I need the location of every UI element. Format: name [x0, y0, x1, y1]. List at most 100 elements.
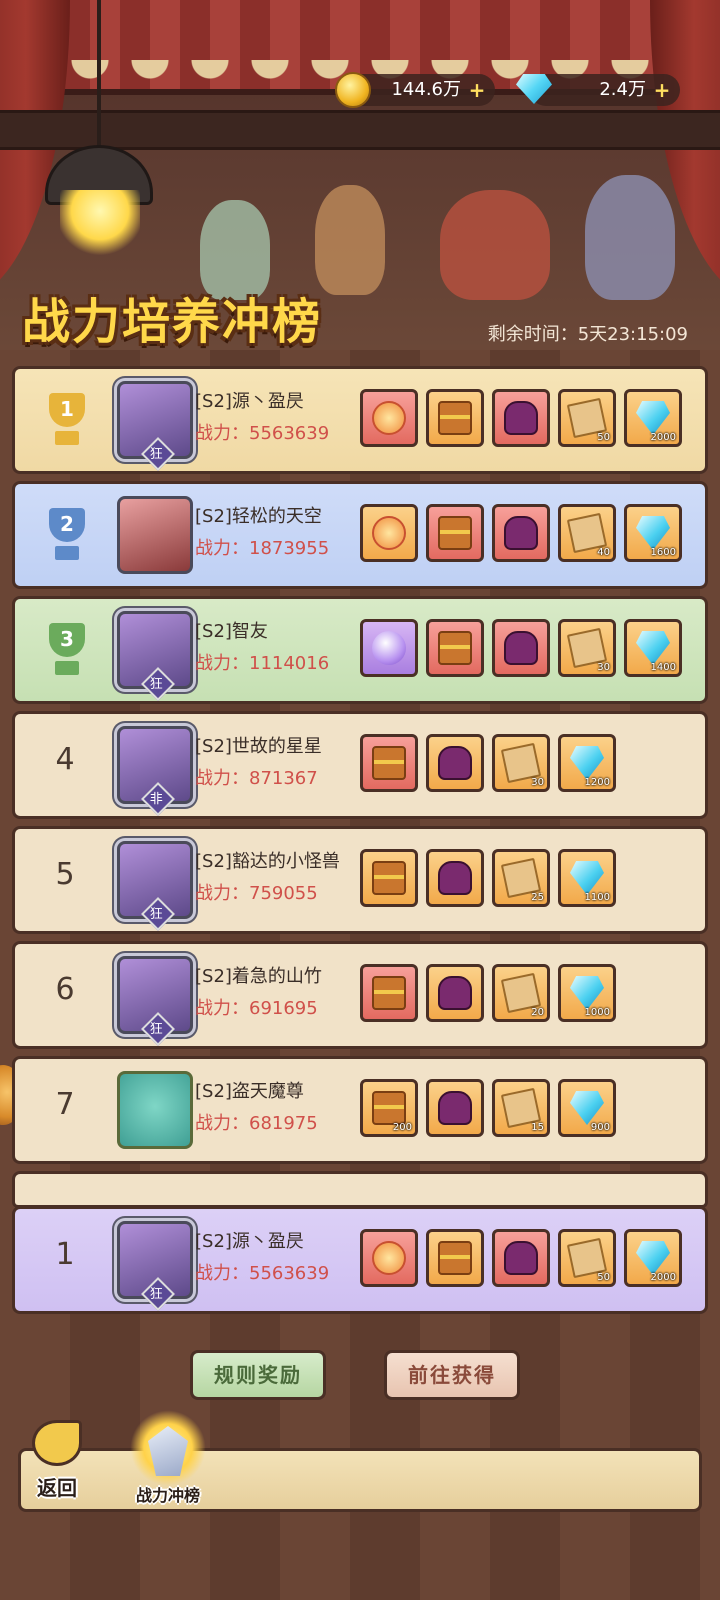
rank-number: 4: [55, 742, 75, 777]
go-obtain-button[interactable]: 前往获得: [384, 1350, 520, 1400]
stage-banner: 144.6万 + 2.4万 + 战力培养冲榜 剩余时间：5天23:15:09: [0, 0, 720, 350]
rank-row[interactable]: 3 狂 [S2]智友 战力：1114016 30 1400: [12, 596, 708, 704]
wing-badge-icon: [372, 401, 406, 435]
rank-row[interactable]: 1 狂 [S2]源丶盈昃 战力：5563639 50 2000: [12, 366, 708, 474]
gold-currency[interactable]: 144.6万 +: [335, 72, 495, 108]
reward-item[interactable]: [360, 849, 418, 907]
reward-item[interactable]: 1400: [624, 619, 682, 677]
player-name: [S2]盗天魔尊: [195, 1081, 304, 1102]
player-avatar[interactable]: 狂: [117, 956, 193, 1046]
reward-item[interactable]: 1100: [558, 849, 616, 907]
back-button[interactable]: 返回: [24, 1420, 90, 1510]
reward-item[interactable]: [426, 734, 484, 792]
power-label: 战力：: [195, 1113, 249, 1134]
player-avatar[interactable]: 狂: [117, 381, 193, 471]
rules-rewards-button[interactable]: 规则奖励: [190, 1350, 326, 1400]
reward-item[interactable]: 900: [558, 1079, 616, 1137]
reward-quantity: 1400: [650, 662, 676, 673]
trophy-base: [55, 661, 79, 675]
reward-item[interactable]: 50: [558, 1229, 616, 1287]
player-power: 战力：1873955: [195, 534, 329, 560]
rank-tier-badge: 狂: [141, 1012, 175, 1046]
wooden-chest-icon: [372, 1091, 406, 1125]
power-value: 5563639: [249, 423, 330, 444]
player-avatar[interactable]: 狂: [117, 611, 193, 701]
reward-item[interactable]: 1600: [624, 504, 682, 562]
tab-power-ranking[interactable]: 战力冲榜: [120, 1410, 216, 1520]
my-rank-row: 1 狂 [S2]源丶盈昃 战力：5563639 50 2000: [12, 1206, 708, 1314]
player-power: 战力：5563639: [195, 1259, 329, 1285]
diamond-icon: [570, 976, 604, 1010]
reward-item[interactable]: 25: [492, 849, 550, 907]
reward-item[interactable]: [360, 1229, 418, 1287]
monster-chest-icon: [504, 401, 538, 435]
reward-item[interactable]: 30: [558, 619, 616, 677]
player-name: [S2]豁达的小怪兽: [195, 851, 340, 872]
monster-chest-icon: [438, 1091, 472, 1125]
reward-item[interactable]: [426, 619, 484, 677]
player-avatar[interactable]: 非: [117, 726, 193, 816]
reward-item[interactable]: 2000: [624, 1229, 682, 1287]
page-title: 战力培养冲榜: [22, 294, 323, 350]
gem-amount: 2.4万: [599, 79, 646, 100]
reward-item[interactable]: [360, 389, 418, 447]
rank-number: 5: [55, 857, 75, 892]
rank-number: 6: [55, 972, 75, 1007]
reward-item[interactable]: [426, 964, 484, 1022]
reward-item[interactable]: [492, 389, 550, 447]
rank-tier-label: 狂: [150, 907, 164, 923]
rank-row[interactable]: 5 狂 [S2]豁达的小怪兽 战力：759055 25 1100: [12, 826, 708, 934]
reward-quantity: 2000: [650, 1272, 676, 1283]
reward-item[interactable]: [426, 1229, 484, 1287]
reward-item[interactable]: [360, 504, 418, 562]
back-label: 返回: [37, 1476, 77, 1500]
add-gold-icon[interactable]: +: [467, 74, 487, 106]
reward-item[interactable]: 20: [492, 964, 550, 1022]
player-power: 战力：691695: [195, 994, 318, 1020]
reward-item[interactable]: 1200: [558, 734, 616, 792]
reward-item[interactable]: [426, 1079, 484, 1137]
power-value: 5563639: [249, 1263, 330, 1284]
reward-item[interactable]: 2000: [624, 389, 682, 447]
reward-item[interactable]: 1000: [558, 964, 616, 1022]
reward-quantity: 20: [531, 1007, 544, 1018]
reward-item[interactable]: [426, 504, 484, 562]
reward-item[interactable]: 200: [360, 1079, 418, 1137]
reward-item[interactable]: 30: [492, 734, 550, 792]
player-avatar[interactable]: [117, 1071, 193, 1149]
rank-row[interactable]: 6 狂 [S2]着急的山竹 战力：691695 20 1000: [12, 941, 708, 1049]
reward-quantity: 1200: [584, 777, 610, 788]
player-avatar[interactable]: 狂: [117, 1221, 193, 1311]
rank-tier-badge: 狂: [141, 437, 175, 471]
power-label: 战力：: [195, 538, 249, 559]
trophy-base: [55, 546, 79, 560]
reward-item[interactable]: [426, 389, 484, 447]
gem-currency[interactable]: 2.4万 +: [516, 74, 680, 106]
player-power: 战力：1114016: [195, 649, 329, 675]
ranking-list[interactable]: 1 狂 [S2]源丶盈昃 战力：5563639 50 2000 2 [S2]轻松的天空 战力：1…: [12, 366, 708, 1196]
reward-item[interactable]: [426, 849, 484, 907]
player-avatar[interactable]: 狂: [117, 841, 193, 931]
rank-row[interactable]: 7 [S2]盗天魔尊 战力：681975 200 15 900: [12, 1056, 708, 1164]
reward-item[interactable]: [492, 1229, 550, 1287]
power-value: 1873955: [249, 538, 330, 559]
rank-row[interactable]: 2 [S2]轻松的天空 战力：1873955 40 1600: [12, 481, 708, 589]
reward-item[interactable]: [492, 619, 550, 677]
reward-item[interactable]: 15: [492, 1079, 550, 1137]
gold-coin-icon: [335, 72, 371, 108]
trophy-rank-number: 2: [60, 512, 74, 536]
wing-badge-icon: [372, 516, 406, 550]
reward-quantity: 30: [531, 777, 544, 788]
power-label: 战力：: [195, 423, 249, 444]
player-avatar[interactable]: [117, 496, 193, 574]
red-chest-icon: [372, 746, 406, 780]
reward-item[interactable]: 50: [558, 389, 616, 447]
reward-item[interactable]: [360, 619, 418, 677]
reward-item[interactable]: [360, 964, 418, 1022]
add-gem-icon[interactable]: +: [652, 74, 672, 106]
power-label: 战力：: [195, 768, 249, 789]
reward-item[interactable]: [360, 734, 418, 792]
reward-item[interactable]: [492, 504, 550, 562]
rank-row[interactable]: 4 非 [S2]世故的星星 战力：871367 30 1200: [12, 711, 708, 819]
reward-item[interactable]: 40: [558, 504, 616, 562]
